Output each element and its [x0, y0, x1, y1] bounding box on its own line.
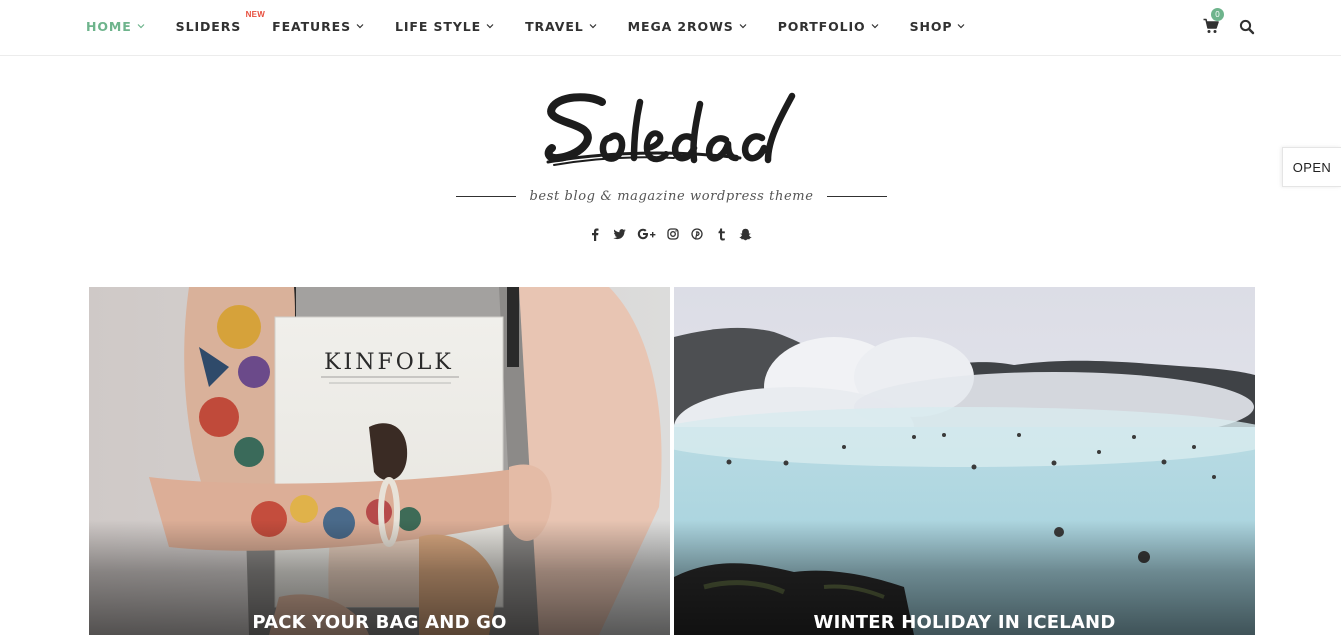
chevron-down-icon	[486, 22, 494, 30]
chevron-down-icon	[356, 22, 364, 30]
menu-item-label: SLIDERS	[175, 18, 242, 34]
menu-item-travel[interactable]: TRAVEL	[525, 19, 597, 34]
new-badge: NEW	[245, 9, 266, 19]
twitter-icon[interactable]	[612, 227, 626, 241]
menu-item-label: LIFE STYLE	[394, 18, 482, 34]
menu-item-features[interactable]: FEATURES	[272, 19, 364, 34]
top-navigation-bar: HOME SLIDERS NEW FEATURES LIFE STYLE TRA…	[0, 0, 1341, 56]
facebook-icon[interactable]	[588, 227, 602, 241]
divider	[827, 195, 887, 197]
menu-item-label: FEATURES	[272, 18, 351, 34]
social-icons	[588, 226, 762, 242]
chevron-down-icon	[137, 22, 145, 30]
nav-icons: 0	[1203, 8, 1255, 35]
main-menu: HOME SLIDERS NEW FEATURES LIFE STYLE TRA…	[86, 0, 996, 52]
chevron-down-icon	[739, 22, 747, 30]
chevron-down-icon	[589, 22, 597, 30]
post-title[interactable]: PACK YOUR BAG AND GO	[89, 612, 670, 633]
chevron-down-icon	[957, 22, 965, 30]
shopping-cart-icon[interactable]: 0	[1203, 8, 1224, 33]
google-plus-icon[interactable]	[636, 227, 656, 241]
menu-item-label: SHOP	[909, 18, 953, 34]
site-tagline: best blog & magazine wordpress theme	[529, 188, 814, 204]
magazine-title: KINFOLK	[324, 350, 454, 375]
menu-item-label: TRAVEL	[525, 18, 584, 34]
menu-item-home[interactable]: HOME	[86, 19, 145, 34]
chevron-down-icon	[871, 22, 879, 30]
menu-item-life-style[interactable]: LIFE STYLE	[395, 19, 494, 34]
instagram-icon[interactable]	[666, 227, 680, 241]
post-title[interactable]: WINTER HOLIDAY IN ICELAND	[674, 612, 1255, 633]
snapchat-icon[interactable]	[738, 227, 752, 241]
cart-count-badge: 0	[1211, 8, 1224, 21]
menu-item-portfolio[interactable]: PORTFOLIO	[778, 19, 879, 34]
menu-item-mega-2rows[interactable]: MEGA 2ROWS	[628, 19, 747, 34]
menu-item-label: HOME	[86, 18, 132, 34]
menu-item-shop[interactable]: SHOP	[910, 19, 966, 34]
featured-post-card[interactable]: KINFOLK PACK YOUR BAG AND GO	[89, 287, 670, 635]
menu-item-label: MEGA 2ROWS	[627, 18, 734, 34]
divider	[456, 195, 516, 197]
pinterest-icon[interactable]	[690, 227, 704, 241]
featured-post-card[interactable]: WINTER HOLIDAY IN ICELAND	[674, 287, 1255, 635]
open-panel-tab[interactable]: OPEN	[1282, 147, 1341, 187]
menu-item-sliders[interactable]: SLIDERS NEW	[175, 10, 265, 34]
site-logo[interactable]	[544, 88, 798, 170]
tumblr-icon[interactable]	[714, 227, 728, 241]
tagline-row: best blog & magazine wordpress theme	[456, 186, 887, 206]
menu-item-label: PORTFOLIO	[777, 18, 866, 34]
search-icon[interactable]	[1239, 16, 1255, 35]
